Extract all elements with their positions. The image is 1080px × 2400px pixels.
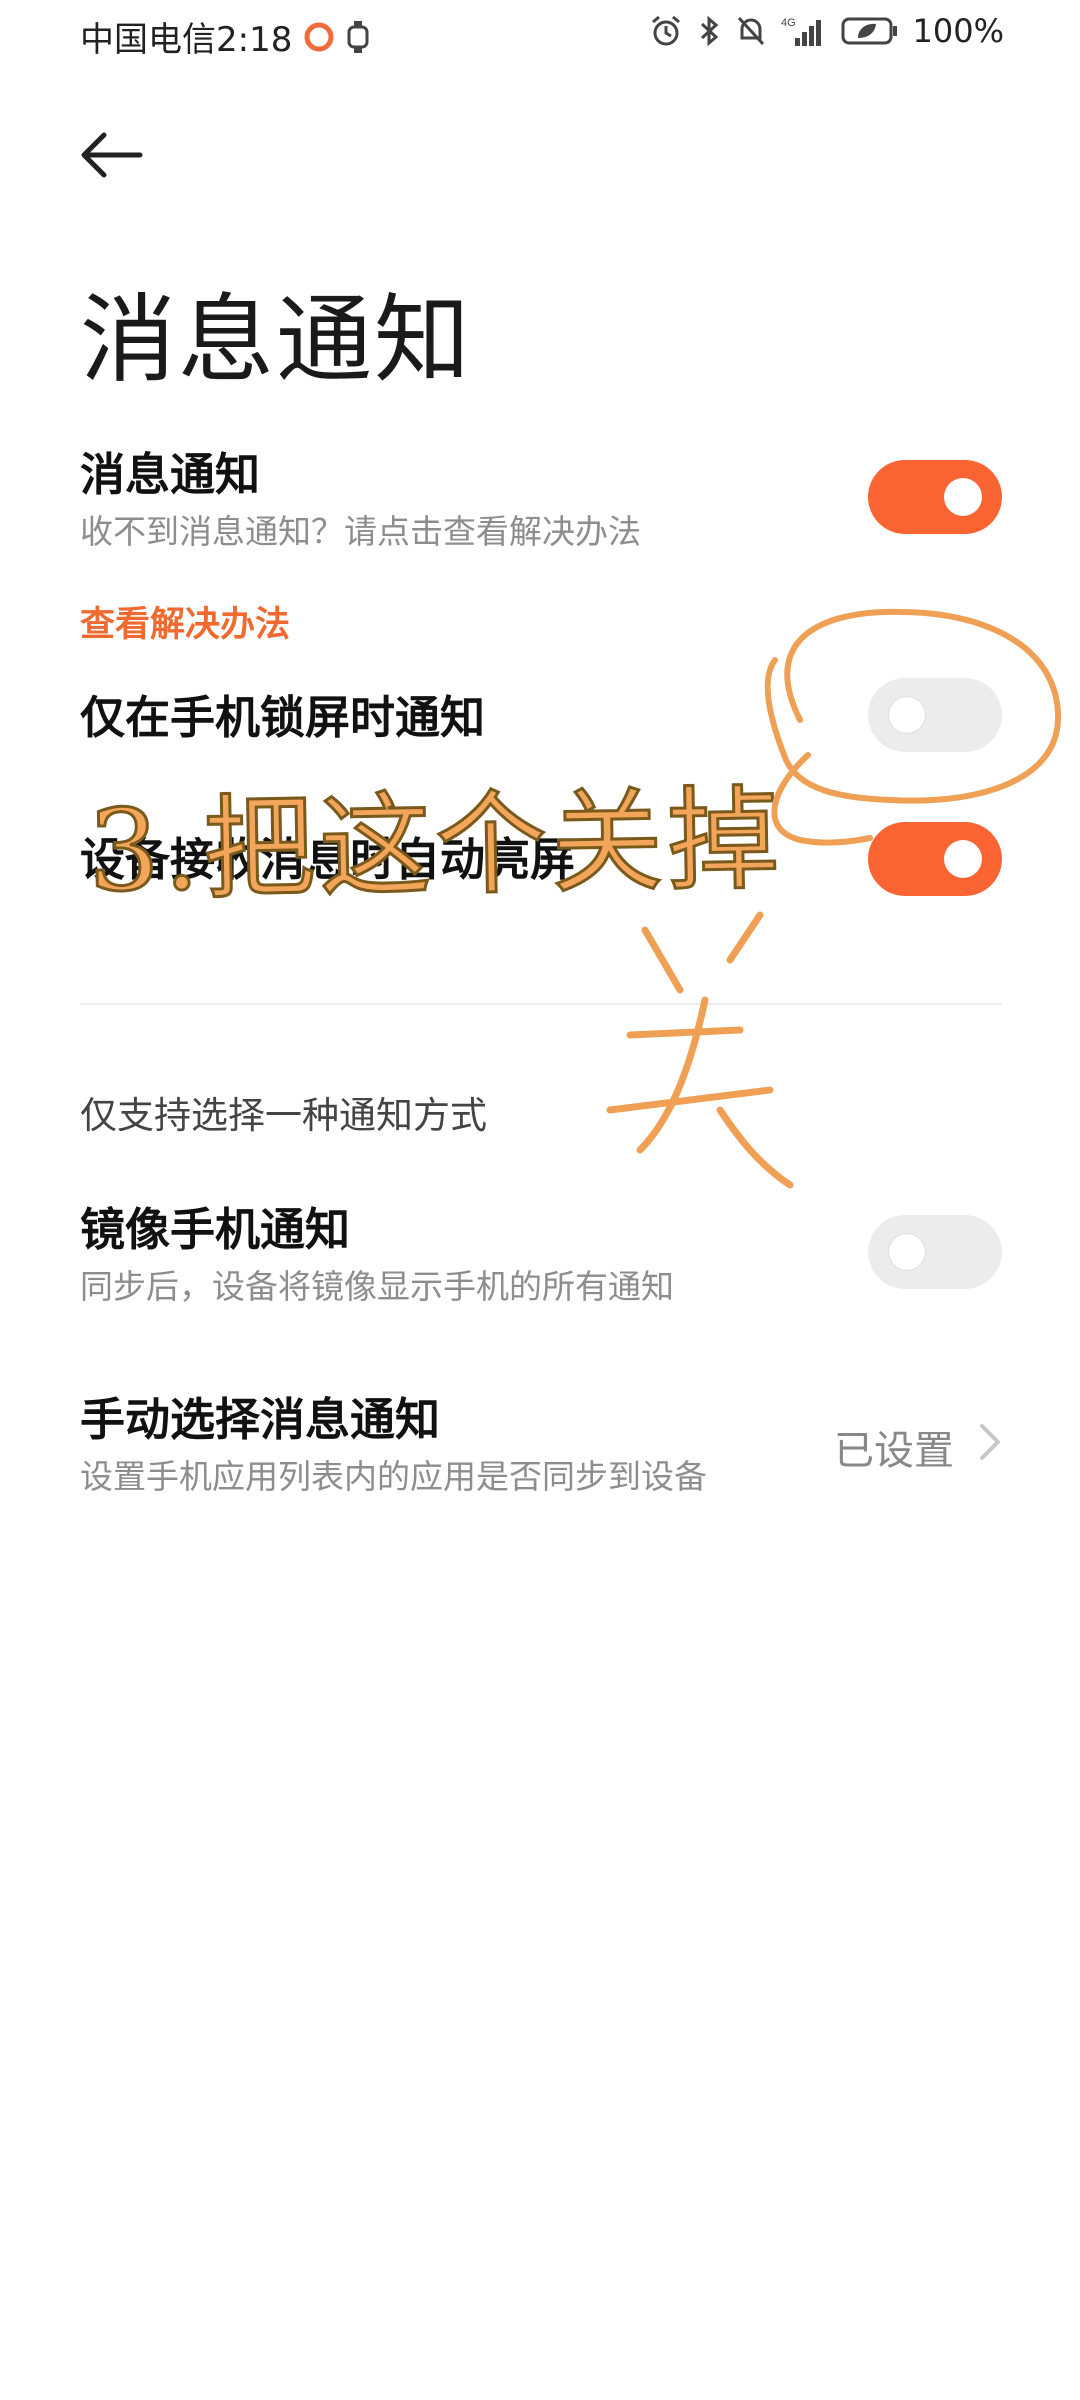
back-arrow-icon [81, 132, 143, 178]
record-icon [302, 20, 336, 54]
page-title: 消息通知 [80, 284, 472, 396]
lockscreen-only-title: 仅在手机锁屏时通知 [80, 691, 486, 744]
mirror-title: 镜像手机通知 [80, 1203, 351, 1256]
back-button[interactable] [78, 120, 158, 190]
network-type-label: 4G [781, 17, 796, 29]
mirror-subtitle: 同步后，设备将镜像显示手机的所有通知 [80, 1267, 674, 1306]
toggle-knob [888, 696, 926, 734]
bluetooth-icon [697, 14, 721, 48]
notifications-row: 消息通知 收不到消息通知？请点击查看解决办法 [80, 445, 1002, 557]
mirror-toggle[interactable] [868, 1215, 1002, 1289]
battery-percent: 100% [912, 12, 1004, 50]
wake-screen-toggle[interactable] [868, 822, 1002, 896]
battery-icon [841, 14, 899, 48]
section-divider [80, 1003, 1002, 1005]
settings-page: 中国电信2:18 4G 100% 消息通知 消息通知 收不到消息通知？请点击查看… [0, 0, 1080, 2400]
status-left: 中国电信2:18 [80, 12, 370, 61]
annotation-side-character [606, 911, 794, 1189]
carrier-time: 中国电信2:18 [80, 20, 293, 60]
status-right: 4G 100% [649, 12, 1004, 50]
chevron-right-icon [980, 1424, 1000, 1460]
mute-bell-icon [735, 14, 767, 48]
watch-icon [346, 20, 370, 54]
toggle-knob [944, 840, 982, 878]
alarm-icon [649, 14, 683, 48]
notifications-title: 消息通知 [80, 448, 261, 501]
toggle-knob [944, 478, 982, 516]
manual-value: 已设置 [834, 1428, 954, 1474]
section-label: 仅支持选择一种通知方式 [80, 1094, 487, 1137]
lockscreen-only-row: 仅在手机锁屏时通知 [80, 688, 1002, 748]
signal-icon: 4G [781, 14, 827, 48]
status-bar: 中国电信2:18 4G 100% [0, 0, 1080, 80]
notifications-toggle[interactable] [868, 460, 1002, 534]
mirror-row: 镜像手机通知 同步后，设备将镜像显示手机的所有通知 [80, 1200, 1002, 1312]
annotation-text: 3.把这个关掉 [86, 773, 786, 918]
toggle-knob [888, 1233, 926, 1271]
solution-link[interactable]: 查看解决办法 [80, 596, 290, 647]
lockscreen-only-toggle[interactable] [868, 678, 1002, 752]
notifications-subtitle: 收不到消息通知？请点击查看解决办法 [80, 512, 641, 551]
